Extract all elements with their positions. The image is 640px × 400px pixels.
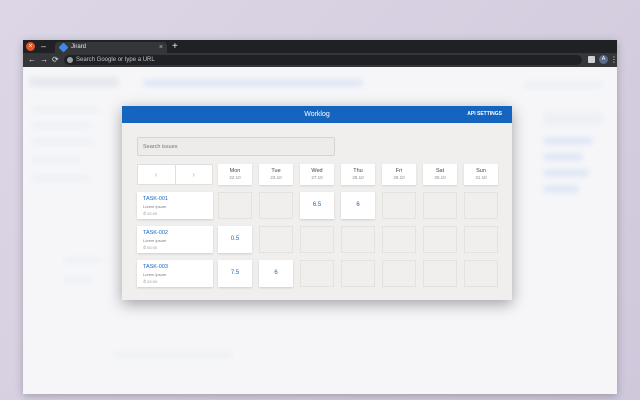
task-key[interactable]: TASK-001 [143,196,168,202]
day-header-tue: Tue 23.10 [259,164,293,185]
tab-bar: × – Jirard × + [23,40,617,53]
browser-toolbar: ← → ⟳ Search Google or type a URL A ⋮ [23,53,617,67]
day-date: 27.10 [311,175,323,180]
address-bar[interactable]: Search Google or type a URL [64,55,582,65]
day-header-wed: Wed 27.10 [300,164,334,185]
task-key[interactable]: TASK-003 [143,264,168,270]
worklog-cell[interactable]: 6 [341,192,375,219]
tab-title: Jirard [71,44,87,50]
day-date: 23.10 [270,175,282,180]
worklog-cell[interactable]: 6.5 [300,192,334,219]
task-total-time: ⏱ 60:00 [143,245,158,250]
browser-menu-icon[interactable]: ⋮ [610,53,617,67]
task-total-time: ⏱ 60:00 [143,279,158,284]
window-close-button[interactable]: × [26,42,35,51]
worklog-cell[interactable]: 7.5 [218,260,252,287]
task-card[interactable]: TASK-002 Lorem ipsum ⏱ 60:00 [137,226,213,253]
new-tab-button[interactable]: + [172,41,178,52]
previous-week-button[interactable]: ‹ [138,165,175,184]
back-arrow-icon[interactable]: ← [28,54,36,66]
day-header-fri: Fri 29.10 [382,164,416,185]
worklog-cell[interactable]: 6 [259,260,293,287]
day-name: Mon [229,168,241,174]
search-issues-input[interactable] [137,137,335,156]
worklog-cell[interactable]: 0.5 [218,226,252,253]
task-card[interactable]: TASK-001 Lorem ipsum ⏱ 60:00 [137,192,213,219]
worklog-cell[interactable] [259,192,293,219]
address-placeholder: Search Google or type a URL [76,57,155,63]
google-icon [67,57,73,63]
week-pager: ‹ › [137,164,213,185]
tab-close-icon[interactable]: × [159,42,163,53]
worklog-dialog: Worklog API SETTINGS ‹ › Mon 22.10 Tue 2… [122,106,512,300]
worklog-cell[interactable] [218,192,252,219]
worklog-cell[interactable] [464,226,498,253]
task-card[interactable]: TASK-003 Lorem ipsum ⏱ 60:00 [137,260,213,287]
window-minimize-button[interactable]: – [41,41,46,51]
task-key[interactable]: TASK-002 [143,230,168,236]
worklog-cell[interactable] [423,192,457,219]
task-total-time: ⏱ 60:00 [143,211,158,216]
extensions-puzzle-icon[interactable] [588,56,595,63]
worklog-cell[interactable] [382,260,416,287]
worklog-cell[interactable] [423,260,457,287]
day-header-sun: Sun 31.10 [464,164,498,185]
task-description: Lorem ipsum [143,204,167,209]
profile-avatar[interactable]: A [599,55,608,64]
reload-icon[interactable]: ⟳ [52,54,59,66]
day-date: 30.10 [434,175,446,180]
worklog-cell[interactable] [300,226,334,253]
dialog-header: Worklog API SETTINGS [122,106,512,123]
worklog-cell[interactable] [464,192,498,219]
day-date: 31.10 [475,175,487,180]
forward-arrow-icon[interactable]: → [40,54,48,66]
worklog-cell[interactable] [423,226,457,253]
day-header-thu: Thu 28.10 [341,164,375,185]
day-header-mon: Mon 22.10 [218,164,252,185]
day-name: Tue [271,168,281,174]
worklog-cell[interactable] [259,226,293,253]
dialog-title: Worklog [304,111,330,118]
day-name: Sat [435,168,445,174]
day-header-sat: Sat 30.10 [423,164,457,185]
day-date: 29.10 [393,175,405,180]
next-week-button[interactable]: › [174,165,213,184]
day-name: Thu [353,168,363,174]
jirard-favicon-icon [58,42,69,53]
browser-tab[interactable]: Jirard × [55,42,167,53]
worklog-cell[interactable] [382,192,416,219]
task-description: Lorem ipsum [143,238,167,243]
day-name: Fri [395,168,403,174]
api-settings-button[interactable]: API SETTINGS [467,106,502,123]
worklog-cell[interactable] [464,260,498,287]
task-description: Lorem ipsum [143,272,167,277]
day-date: 22.10 [229,175,241,180]
worklog-cell[interactable] [300,260,334,287]
day-name: Wed [311,168,323,174]
worklog-cell[interactable] [382,226,416,253]
worklog-cell[interactable] [341,260,375,287]
worklog-cell[interactable] [341,226,375,253]
day-name: Sun [476,168,486,174]
day-date: 28.10 [352,175,364,180]
